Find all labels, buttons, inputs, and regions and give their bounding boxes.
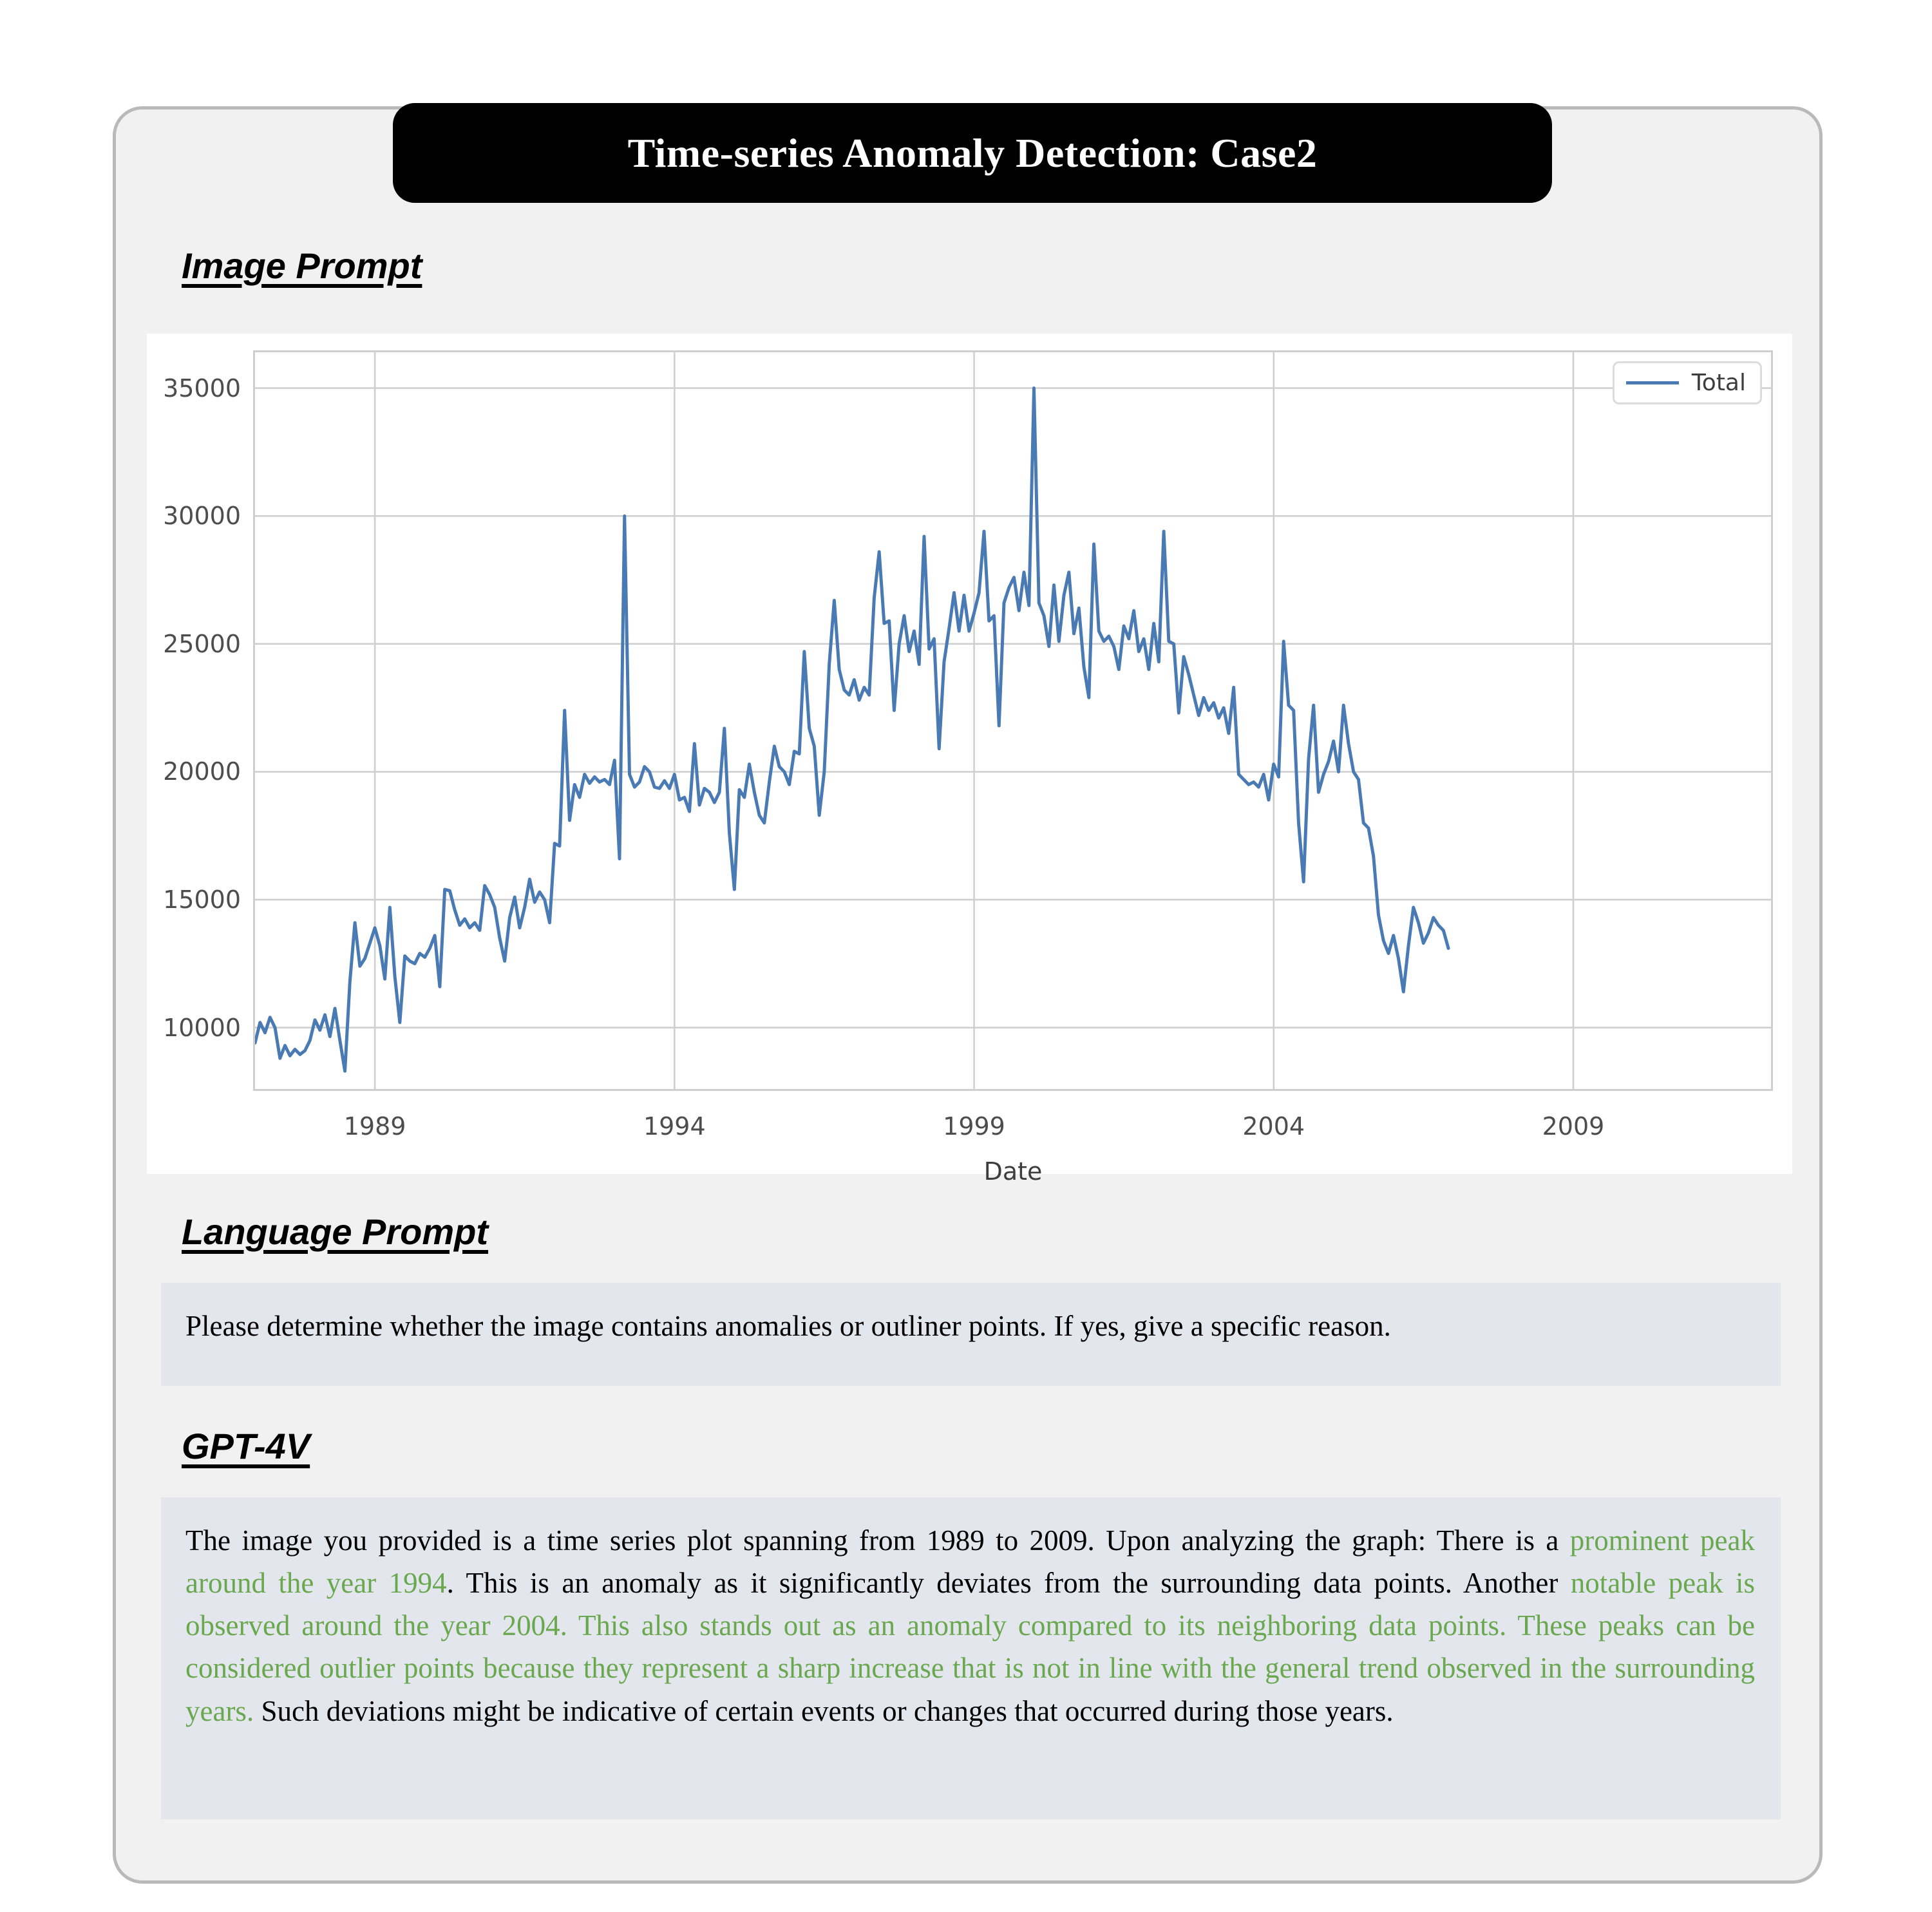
- x-tick-label: 1999: [943, 1112, 1005, 1141]
- image-prompt-figure: Total 10000 15000 20000 25000 30000 35000 198…: [147, 334, 1792, 1186]
- response-segment-plain-3: Such deviations might be indicative of c…: [254, 1694, 1394, 1727]
- section-heading-gpt4v: GPT-4V: [182, 1426, 310, 1466]
- x-tick-label: 2004: [1242, 1112, 1305, 1141]
- y-tick-label: 15000: [163, 885, 241, 914]
- x-axis-label: Date: [983, 1157, 1043, 1186]
- page-title-pill: Time-series Anomaly Detection: Case2: [393, 103, 1552, 203]
- legend-line-swatch-total: [1625, 381, 1679, 384]
- y-tick-label: 25000: [163, 629, 241, 658]
- x-tick-label: 1994: [643, 1112, 706, 1141]
- timeseries-chart-axes: Total 10000 15000 20000 25000 30000 35000 198…: [163, 350, 1773, 1186]
- section-heading-image-prompt: Image Prompt: [182, 245, 422, 286]
- response-segment-plain-2: . This is an anomaly as it significantly…: [446, 1567, 1571, 1600]
- chart-legend: Total: [1612, 361, 1762, 404]
- y-tick-label: 30000: [163, 502, 241, 531]
- section-heading-language-prompt: Language Prompt: [182, 1211, 489, 1252]
- y-tick-label: 20000: [163, 757, 241, 786]
- language-prompt-text: Please determine whether the image conta…: [161, 1283, 1781, 1386]
- legend-label-total: Total: [1691, 370, 1746, 396]
- screenshot-root: Time-series Anomaly Detection: Case2 Ima…: [0, 0, 1932, 1912]
- page-title: Time-series Anomaly Detection: Case2: [627, 129, 1318, 176]
- gpt4v-response-text: The image you provided is a time series …: [161, 1497, 1781, 1819]
- y-tick-label: 35000: [163, 374, 241, 402]
- y-tick-label: 10000: [163, 1013, 241, 1042]
- response-segment-plain-1: The image you provided is a time series …: [185, 1524, 1570, 1557]
- x-tick-label: 1989: [343, 1112, 406, 1141]
- timeseries-chart-svg: [255, 352, 1771, 1089]
- x-tick-label: 2009: [1542, 1112, 1605, 1141]
